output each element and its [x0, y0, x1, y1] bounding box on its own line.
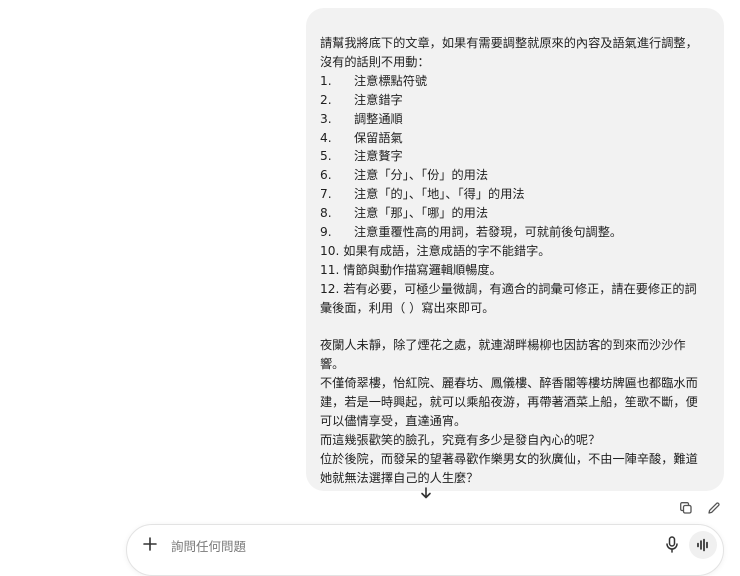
rule-text: 注意「那」、「哪」的用法	[354, 206, 489, 221]
message-actions	[678, 500, 722, 516]
rule-number: 1.	[320, 73, 332, 88]
pencil-icon	[708, 502, 720, 514]
rule-number: 7.	[320, 187, 332, 202]
rule-text: 注意標點符號	[354, 73, 428, 88]
story-line: 她就無法選擇自己的人生麼？	[320, 470, 479, 485]
rule-text: 注意「的」、「地」、「得」的用法	[354, 187, 525, 202]
attach-button[interactable]	[141, 535, 159, 553]
rule-number: 2.	[320, 92, 332, 107]
story-line: 位於後院，而發呆的望著尋歡作樂男女的狄廣仙，不由一陣辛酸，難道	[320, 451, 698, 466]
message-intro-line-1: 請幫我將底下的文章，如果有需要調整就原來的內容及語氣進行調整，	[320, 36, 698, 50]
rule-number: 3.	[320, 111, 332, 126]
story-line: 不僅倚翠樓，怡紅院、麗春坊、鳳儀樓、醉香閣等樓坊牌匾也都臨水而	[320, 376, 698, 391]
chat-input[interactable]	[169, 535, 613, 557]
rule-item: 1. 注意標點符號	[320, 72, 710, 91]
story-line: 響。	[320, 357, 345, 372]
rule-text: 保留語氣	[354, 130, 403, 145]
rule-text: 注意重覆性高的用詞，若發現，可就前後句調整。	[354, 225, 623, 240]
story-line: 夜闌人未靜，除了煙花之處，就連湖畔楊柳也因訪客的到來而沙沙作	[320, 338, 686, 353]
rule-number: 4.	[320, 130, 332, 145]
chat-composer	[126, 524, 724, 576]
voice-wave-icon	[697, 538, 708, 552]
rule-item: 8. 注意「那」、「哪」的用法	[320, 204, 710, 223]
rule-text: 注意贅字	[354, 149, 403, 164]
rule-item-12-line-1: 12. 若有必要，可極少量微調，有適合的詞彙可修正，請在要修正的詞	[320, 281, 697, 296]
rule-item-10: 10. 如果有成語，注意成語的字不能錯字。	[320, 243, 551, 258]
user-message-bubble: 請幫我將底下的文章，如果有需要調整就原來的內容及語氣進行調整， 沒有的話則不用動…	[306, 8, 724, 491]
microphone-icon	[666, 536, 678, 553]
message-intro-line-2: 沒有的話則不用動：	[320, 54, 430, 69]
dictate-button[interactable]	[663, 535, 681, 555]
rule-number: 9.	[320, 225, 332, 240]
rule-item: 4. 保留語氣	[320, 129, 710, 148]
story-line: 而這幾張歡笑的臉孔，究竟有多少是發自內心的呢？	[320, 433, 601, 448]
rule-number: 8.	[320, 206, 332, 221]
rule-item: 2. 注意錯字	[320, 91, 710, 110]
edit-button[interactable]	[706, 500, 722, 516]
story-line: 可以儘情享受，直達通宵。	[320, 414, 467, 429]
rule-item-12-line-2: 彙後面，利用（ ）寫出來即可。	[320, 300, 495, 315]
rule-item: 9. 注意重覆性高的用詞，若發現，可就前後句調整。	[320, 223, 710, 242]
rule-number: 6.	[320, 168, 332, 183]
plus-icon	[143, 537, 157, 551]
rule-text: 注意錯字	[354, 92, 403, 107]
copy-icon	[680, 502, 692, 514]
rule-item: 5. 注意贅字	[320, 147, 710, 166]
story-line: 建，若是一時興起，就可以乘船夜游，再帶著酒菜上船，笙歌不斷，便	[320, 395, 698, 410]
rule-number: 5.	[320, 149, 332, 164]
rule-item: 7. 注意「的」、「地」、「得」的用法	[320, 185, 710, 204]
arrow-down-icon	[421, 487, 431, 499]
rule-item: 3. 調整通順	[320, 110, 710, 129]
rule-item: 6. 注意「分」、「份」的用法	[320, 166, 710, 185]
scroll-to-bottom-button[interactable]	[415, 482, 437, 504]
rule-item-11: 11. 情節與動作描寫邏輯順暢度。	[320, 262, 502, 277]
rule-text: 調整通順	[354, 111, 403, 126]
rule-text: 注意「分」、「份」的用法	[354, 168, 489, 183]
copy-button[interactable]	[678, 500, 694, 516]
